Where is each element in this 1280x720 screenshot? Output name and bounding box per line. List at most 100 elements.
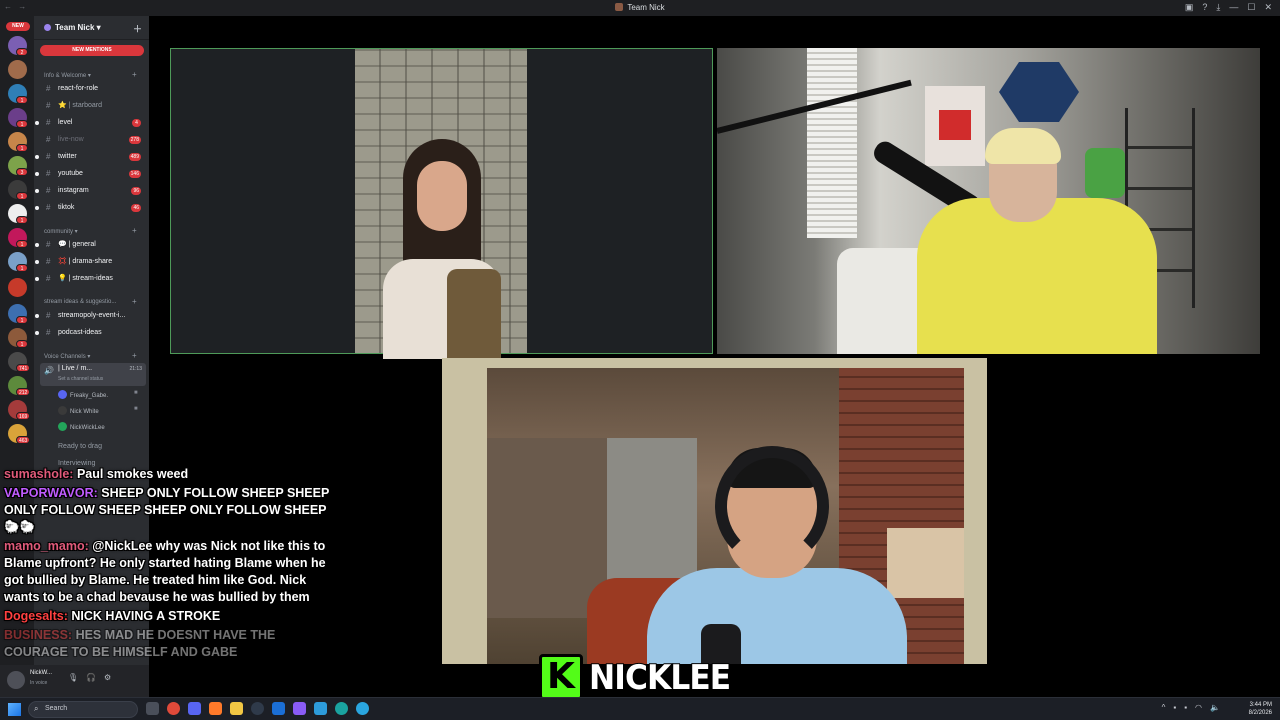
new-mentions-button[interactable]: NEW MENTIONS bbox=[40, 45, 144, 56]
channel-label: instagram bbox=[58, 187, 89, 194]
task-view-icon[interactable] bbox=[146, 702, 159, 715]
frog-poster bbox=[1085, 148, 1125, 198]
user-panel: NickW... In voice 🎙 🎧 ⚙ bbox=[0, 665, 149, 697]
tray-app-icon[interactable]: ▪ bbox=[1184, 703, 1187, 712]
taskbar-clock[interactable]: 3:44 PM 8/2/2026 bbox=[1249, 701, 1272, 717]
wifi-icon[interactable]: ◠ bbox=[1195, 703, 1202, 712]
mention-badge: 146 bbox=[128, 170, 141, 178]
server-icon-2[interactable] bbox=[8, 60, 27, 79]
volume-icon[interactable]: 🔈 bbox=[1210, 703, 1220, 712]
voice-channel-ready[interactable]: Ready to drag bbox=[58, 443, 102, 450]
obs-icon[interactable] bbox=[251, 702, 264, 715]
firefox-icon[interactable] bbox=[209, 702, 222, 715]
close-button[interactable]: ✕ bbox=[1264, 2, 1272, 13]
participant-1 bbox=[383, 139, 501, 359]
title-bar: ← → Team Nick ▣ ? ⤓ — ☐ ✕ bbox=[0, 0, 1280, 16]
channel-drama-share[interactable]: # 💢 | drama-share bbox=[34, 255, 149, 269]
voice-status[interactable]: Set a channel status bbox=[58, 376, 103, 382]
unread-dot bbox=[35, 121, 39, 125]
chevron-up-icon[interactable]: ^ bbox=[1162, 703, 1166, 712]
channel-label: streamopoly-event-i... bbox=[58, 312, 126, 319]
edge-icon[interactable] bbox=[335, 702, 348, 715]
discord-icon[interactable] bbox=[188, 702, 201, 715]
add-member-icon[interactable]: ＋ bbox=[133, 22, 142, 35]
category-community[interactable]: community ▾ + bbox=[44, 226, 137, 235]
video-tile-2[interactable] bbox=[717, 48, 1260, 354]
chat-text: Paul smokes weed bbox=[76, 467, 189, 481]
rail-badge: 1 bbox=[16, 264, 28, 272]
category-label: stream ideas & suggestio... bbox=[44, 299, 117, 305]
rail-badge: 1 bbox=[16, 240, 28, 248]
minimize-button[interactable]: — bbox=[1229, 2, 1238, 13]
channel-label: level bbox=[58, 119, 73, 126]
taskbar-search[interactable]: ⌕ Search bbox=[28, 701, 138, 718]
window-controls: ▣ ? ⤓ — ☐ ✕ bbox=[1185, 2, 1272, 13]
channel-starboard[interactable]: # ⭐ | starboard bbox=[34, 99, 149, 113]
inbox-icon[interactable]: ▣ bbox=[1185, 2, 1194, 13]
mention-badge: 96 bbox=[131, 187, 141, 195]
avatar bbox=[58, 390, 67, 399]
server-header[interactable]: Team Nick ▾ ＋ bbox=[34, 16, 149, 40]
download-icon[interactable]: ⤓ bbox=[1216, 2, 1220, 13]
channel-level[interactable]: # level 4 bbox=[34, 116, 149, 130]
video-tile-1[interactable] bbox=[170, 48, 713, 359]
add-channel-icon[interactable]: + bbox=[132, 226, 137, 235]
add-channel-icon[interactable]: + bbox=[132, 70, 137, 79]
rail-badge: 2 bbox=[16, 48, 28, 56]
add-channel-icon[interactable]: + bbox=[132, 297, 137, 306]
channel-stream-ideas[interactable]: # 💡 | stream-ideas bbox=[34, 272, 149, 286]
server-name: Team Nick bbox=[55, 23, 95, 32]
channel-youtube[interactable]: # youtube 146 bbox=[34, 167, 149, 181]
tray-app-icon[interactable]: ▪ bbox=[1173, 703, 1176, 712]
user-avatar[interactable] bbox=[7, 671, 25, 689]
channel-tiktok[interactable]: # tiktok 46 bbox=[34, 201, 149, 215]
maximize-button[interactable]: ☐ bbox=[1247, 2, 1255, 13]
voice-channel-name: | Live / m... bbox=[58, 365, 93, 372]
unread-dot bbox=[35, 172, 39, 176]
rail-badge: 1 bbox=[16, 192, 28, 200]
app-icon[interactable] bbox=[293, 702, 306, 715]
channel-label: twitter bbox=[58, 153, 77, 160]
category-stream-ideas[interactable]: stream ideas & suggestio... + bbox=[44, 297, 137, 306]
avatar bbox=[58, 406, 67, 415]
channel-twitter[interactable]: # twitter 489 bbox=[34, 150, 149, 164]
channel-label: live-now bbox=[58, 136, 84, 143]
start-button[interactable] bbox=[8, 703, 21, 716]
headphones-icon[interactable]: 🎧 bbox=[86, 673, 96, 682]
video-tile-3[interactable] bbox=[442, 358, 987, 664]
category-voice[interactable]: Voice Channels ▾ + bbox=[44, 351, 137, 360]
app-icon[interactable] bbox=[272, 702, 285, 715]
add-channel-icon[interactable]: + bbox=[132, 351, 137, 360]
help-icon[interactable]: ? bbox=[1202, 2, 1207, 13]
voice-user[interactable]: Freaky_Gabe. ■ bbox=[58, 390, 138, 399]
hash-icon: # bbox=[46, 118, 51, 127]
channel-streamopoly[interactable]: # streamopoly-event-i... bbox=[34, 309, 149, 323]
file-explorer-icon[interactable] bbox=[230, 702, 243, 715]
hash-icon: # bbox=[46, 84, 51, 93]
channel-live-now[interactable]: # live-now 278 bbox=[34, 133, 149, 147]
unread-dot bbox=[35, 314, 39, 318]
chrome-icon[interactable] bbox=[167, 702, 180, 715]
mention-badge: 489 bbox=[128, 153, 141, 161]
voice-channel-live[interactable]: 🔊 | Live / m... 21:13 Set a channel stat… bbox=[40, 363, 146, 386]
category-info[interactable]: Info & Welcome ▾ + bbox=[44, 70, 137, 79]
channel-react-for-role[interactable]: # react-for-role bbox=[34, 82, 149, 96]
gear-icon[interactable]: ⚙ bbox=[104, 673, 111, 682]
channel-instagram[interactable]: # instagram 96 bbox=[34, 184, 149, 198]
server-icon-11[interactable] bbox=[8, 278, 27, 297]
taskbar-apps bbox=[146, 702, 369, 715]
camera-icon: ■ bbox=[134, 390, 138, 396]
channel-general[interactable]: # 💬 | general bbox=[34, 238, 149, 252]
new-pill[interactable]: NEW bbox=[6, 22, 30, 31]
mic-icon[interactable]: 🎙 bbox=[68, 673, 78, 682]
system-tray: ^ ▪ ▪ ◠ 🔈 bbox=[1162, 703, 1220, 712]
app-icon[interactable] bbox=[356, 702, 369, 715]
app-icon[interactable] bbox=[314, 702, 327, 715]
channel-label: ⭐ | starboard bbox=[58, 102, 102, 109]
voice-user[interactable]: Nick White ■ bbox=[58, 406, 138, 415]
unread-dot bbox=[35, 206, 39, 210]
channel-label: podcast-ideas bbox=[58, 329, 102, 336]
voice-user[interactable]: NickWickLee bbox=[58, 422, 105, 431]
streamer-name: NICKLEE bbox=[588, 657, 732, 699]
channel-podcast-ideas[interactable]: # podcast-ideas bbox=[34, 326, 149, 340]
